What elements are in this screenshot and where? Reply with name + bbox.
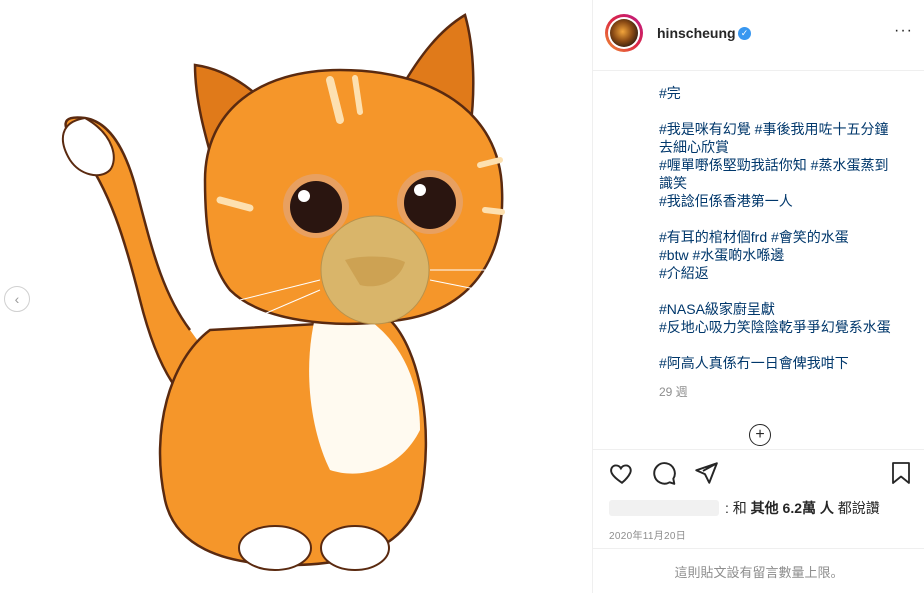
heart-icon[interactable] xyxy=(609,460,635,486)
likes-prefix: : 和 xyxy=(725,500,751,516)
caption-line[interactable]: #NASA級家廚呈獻 xyxy=(659,300,911,318)
caption-line[interactable]: #btw #水蛋啲水喺邊 xyxy=(659,246,911,264)
more-options-icon[interactable]: ··· xyxy=(894,22,913,40)
caption-line[interactable]: #介紹返 xyxy=(659,264,911,282)
caption-line[interactable]: #我諗佢係香港第一人 xyxy=(659,192,911,210)
comments-limited-note: 這則貼文設有留言數量上限。 xyxy=(593,548,924,594)
post-caption: #完 #我是咪有幻覺 #事後我用咗十五分鐘 去細心欣賞 #喱單嘢係堅勁我話你知 #蒸… xyxy=(659,84,911,372)
caption-line[interactable]: #有耳的棺材個frd #會笑的水蛋 xyxy=(659,228,911,246)
caption-line xyxy=(659,282,911,300)
post-header: hinscheung ✓ ··· xyxy=(593,0,924,71)
caption-line xyxy=(659,210,911,228)
caption-line[interactable]: 識笑 xyxy=(659,174,911,192)
liker-redacted xyxy=(609,500,719,516)
username-link[interactable]: hinscheung xyxy=(657,25,736,41)
cat-illustration xyxy=(62,13,510,571)
post-image-pane: ‹ xyxy=(0,0,592,593)
time-ago: 29 週 xyxy=(659,385,688,399)
comment-icon[interactable] xyxy=(651,460,677,486)
likes-count[interactable]: 其他 6.2萬 人 xyxy=(751,500,834,516)
chevron-left-icon[interactable]: ‹ xyxy=(4,286,30,312)
avatar[interactable] xyxy=(605,14,643,52)
caption-line[interactable]: #完 xyxy=(659,84,911,102)
post-sidebar: hinscheung ✓ ··· #完 #我是咪有幻覺 #事後我用咗十五分鐘 去細… xyxy=(592,0,924,593)
caption-line xyxy=(659,336,911,354)
plus-circle-icon[interactable]: + xyxy=(749,424,771,446)
action-row xyxy=(609,460,719,486)
caption-line xyxy=(659,102,911,120)
divider xyxy=(593,449,924,450)
caption-line[interactable]: #阿高人真係冇一日會俾我咁下 xyxy=(659,354,911,372)
likes-suffix: 都說讚 xyxy=(833,500,880,516)
caption-line[interactable]: #喱單嘢係堅勁我話你知 #蒸水蛋蒸到 xyxy=(659,156,911,174)
avatar-image xyxy=(610,19,638,47)
caption-line[interactable]: 去細心欣賞 xyxy=(659,138,911,156)
caption-line[interactable]: #我是咪有幻覺 #事後我用咗十五分鐘 xyxy=(659,120,911,138)
likes-summary[interactable]: : 和 其他 6.2萬 人 都說讚 xyxy=(609,498,880,518)
caption-line[interactable]: #反地心吸力笑陰陰乾爭爭幻覺系水蛋 xyxy=(659,318,911,336)
post-date[interactable]: 2020年11月20日 xyxy=(609,527,686,542)
bookmark-icon[interactable] xyxy=(889,460,913,486)
share-icon[interactable] xyxy=(693,460,719,486)
verified-badge-icon: ✓ xyxy=(738,27,751,40)
